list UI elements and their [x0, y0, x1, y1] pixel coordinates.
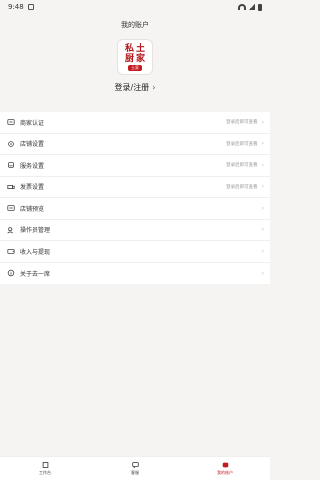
logo-tag: 土家: [128, 64, 142, 71]
tab-workbench[interactable]: 工作台: [0, 457, 90, 480]
workbench-icon: [41, 461, 50, 469]
battery-icon: [258, 3, 262, 11]
menu-item-hint: 登录后即可查看: [226, 184, 258, 190]
menu-item-invoice-settings[interactable]: 发票设置 登录后即可查看 ›: [0, 177, 270, 198]
status-left: 9:48: [8, 3, 34, 11]
menu-item-store-settings[interactable]: 店铺设置 登录后即可查看 ›: [0, 134, 270, 155]
menu-item-label: 操作员管理: [20, 227, 51, 235]
menu-item-about[interactable]: 关于去一席 ›: [0, 263, 270, 285]
store-preview-icon: [6, 203, 16, 213]
chevron-right-icon: ›: [261, 161, 264, 169]
menu-item-label: 店铺设置: [20, 141, 45, 149]
chevron-right-icon: ›: [261, 226, 264, 234]
status-right: [238, 3, 262, 11]
settings-menu: 商家认证 登录后即可查看 › 店铺设置 登录后即可查看 › 服务设置 登录后即可…: [0, 112, 270, 284]
logo-char-1: 私: [124, 43, 134, 54]
chevron-right-icon: ›: [261, 118, 264, 126]
chevron-right-icon: ›: [261, 140, 264, 148]
storefront-id-icon: [6, 117, 16, 127]
account-icon: [221, 461, 230, 469]
tab-my-account[interactable]: 我的账户: [180, 457, 270, 480]
chevron-right-icon: ›: [261, 204, 264, 212]
menu-item-merchant-verification[interactable]: 商家认证 登录后即可查看 ›: [0, 112, 270, 134]
menu-item-hint: 登录后即可查看: [226, 163, 258, 169]
app-logo: 私 土 厨 家 土家: [118, 40, 152, 74]
menu-item-service-settings[interactable]: 服务设置 登录后即可查看 ›: [0, 155, 270, 177]
menu-item-label: 服务设置: [20, 162, 45, 170]
chat-icon: [131, 461, 140, 469]
logo-char-2: 土: [136, 43, 146, 54]
tab-label: 我的账户: [217, 470, 233, 475]
menu-item-label: 商家认证: [20, 119, 45, 127]
menu-item-income-withdraw[interactable]: 收入与提现 ›: [0, 241, 270, 263]
tab-customer-service[interactable]: 客服: [90, 457, 180, 480]
menu-item-label: 店铺预览: [20, 205, 45, 213]
chevron-right-icon: ›: [152, 83, 156, 92]
store-settings-icon: [6, 139, 16, 149]
signal-icon: [249, 4, 255, 10]
status-time: 9:48: [8, 3, 24, 11]
chevron-right-icon: ›: [261, 183, 264, 191]
invoice-truck-icon: [6, 182, 16, 192]
info-icon: [6, 268, 16, 278]
chevron-right-icon: ›: [261, 247, 264, 255]
menu-item-store-preview[interactable]: 店铺预览 ›: [0, 198, 270, 220]
page-title: 我的账户: [121, 21, 149, 29]
tab-label: 客服: [131, 470, 139, 475]
menu-item-label: 收入与提现: [20, 248, 51, 256]
menu-item-hint: 登录后即可查看: [226, 141, 258, 147]
status-bar: 9:48: [0, 0, 270, 14]
chevron-right-icon: ›: [261, 269, 264, 277]
menu-item-label: 发票设置: [20, 184, 45, 192]
login-register-label: 登录/注册: [114, 83, 150, 92]
tab-label: 工作台: [39, 470, 51, 475]
menu-item-hint: 登录后即可查看: [226, 120, 258, 126]
menu-item-operator-management[interactable]: 操作员管理 ›: [0, 220, 270, 241]
logo-char-3: 厨: [124, 53, 134, 64]
operator-icon: [6, 225, 16, 235]
service-settings-icon: [6, 160, 16, 170]
wallet-icon: [6, 246, 16, 256]
notification-icon: [27, 4, 34, 10]
logo-char-4: 家: [136, 53, 146, 64]
wifi-icon: [238, 4, 246, 10]
menu-item-label: 关于去一席: [20, 270, 51, 278]
bottom-tabbar: 工作台 客服 我的账户: [0, 456, 270, 480]
login-register-link[interactable]: 登录/注册 ›: [115, 82, 156, 93]
